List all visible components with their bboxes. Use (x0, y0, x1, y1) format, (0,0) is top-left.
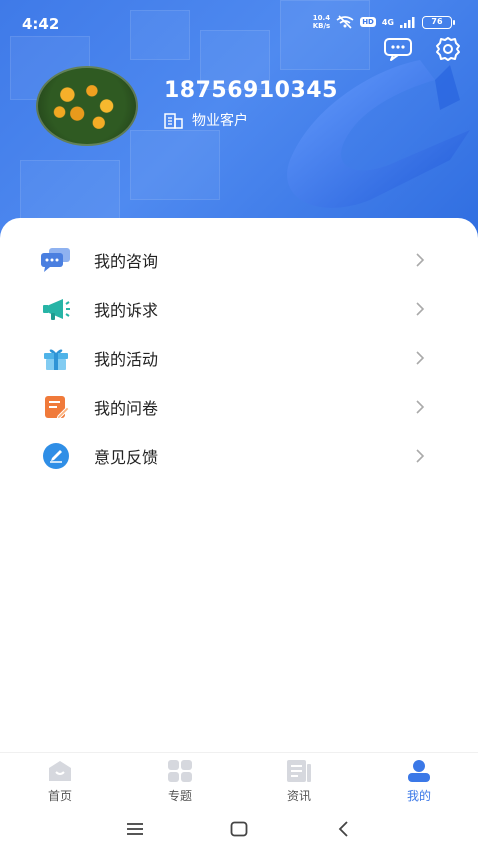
menu-item-appeal[interactable]: 我的诉求 (0, 284, 478, 333)
nav-label: 我的 (406, 789, 431, 803)
menu-label: 意见反馈 (94, 447, 159, 467)
nav-news[interactable]: 资讯 (259, 757, 339, 809)
chevron-right-icon (416, 448, 425, 463)
news-icon (287, 760, 311, 782)
menu-lines-icon (127, 823, 143, 835)
net-speed-unit: KB/s (312, 22, 331, 30)
profile-icon (408, 760, 430, 782)
menu-label: 我的咨询 (94, 251, 159, 271)
building-icon (164, 113, 183, 129)
chevron-right-icon (416, 350, 425, 365)
back-chevron-icon (338, 821, 348, 837)
battery-indicator: 76 (422, 15, 455, 29)
survey-edit-icon (40, 393, 72, 421)
settings-button[interactable] (432, 34, 464, 64)
bottom-nav: 首页 专题 资讯 我的 (0, 752, 478, 808)
profile-header: 4:42 10.4 KB/s HD 4G 76 18756910345 物业客户 (0, 0, 478, 250)
system-nav-bar (0, 808, 478, 850)
gift-icon (40, 344, 72, 372)
status-time: 4:42 (22, 15, 60, 33)
nav-topics[interactable]: 专题 (140, 757, 220, 809)
menu-label: 我的活动 (94, 349, 159, 369)
chevron-right-icon (416, 252, 425, 267)
settings-gear-icon (436, 37, 460, 61)
nav-label: 首页 (47, 789, 72, 803)
user-phone: 18756910345 (164, 78, 338, 103)
decor-tile (20, 160, 120, 220)
decor-swirl (287, 60, 470, 208)
net-speed-value: 10.4 (312, 14, 331, 22)
message-icon (384, 38, 412, 61)
hd-badge: HD (360, 17, 376, 27)
nav-home[interactable]: 首页 (20, 757, 100, 809)
network-speed: 10.4 KB/s (313, 14, 330, 30)
menu-card: 我的咨询 我的诉求 我的活动 我的问卷 意见反馈 (0, 218, 478, 758)
message-button[interactable] (382, 34, 414, 64)
menu-label: 我的诉求 (94, 300, 159, 320)
topics-grid-icon (168, 760, 192, 782)
chevron-right-icon (416, 301, 425, 316)
feedback-pen-icon (40, 442, 72, 470)
status-indicators: 10.4 KB/s HD 4G 76 (313, 14, 455, 30)
menu-label: 我的问卷 (94, 398, 159, 418)
square-icon (230, 821, 248, 837)
menu-item-consult[interactable]: 我的咨询 (0, 235, 478, 284)
network-type: 4G (381, 17, 394, 27)
nav-label: 资讯 (286, 789, 311, 803)
signal-icon (400, 17, 415, 28)
megaphone-icon (40, 295, 72, 323)
home-icon (49, 761, 71, 781)
decor-tile (130, 130, 220, 200)
role-label: 物业客户 (192, 113, 248, 129)
user-role: 物业客户 (164, 110, 248, 130)
home-button[interactable] (227, 818, 251, 840)
header-actions (382, 34, 464, 64)
nav-label: 专题 (167, 789, 192, 803)
chevron-right-icon (416, 399, 425, 414)
avatar[interactable] (36, 66, 138, 146)
recent-apps-button[interactable] (123, 818, 147, 840)
consult-chat-icon (40, 246, 72, 274)
menu-item-activity[interactable]: 我的活动 (0, 333, 478, 382)
menu-item-survey[interactable]: 我的问卷 (0, 382, 478, 431)
wifi-off-icon (336, 15, 354, 29)
nav-profile[interactable]: 我的 (379, 757, 459, 809)
back-button[interactable] (331, 818, 355, 840)
menu-item-feedback[interactable]: 意见反馈 (0, 431, 478, 480)
